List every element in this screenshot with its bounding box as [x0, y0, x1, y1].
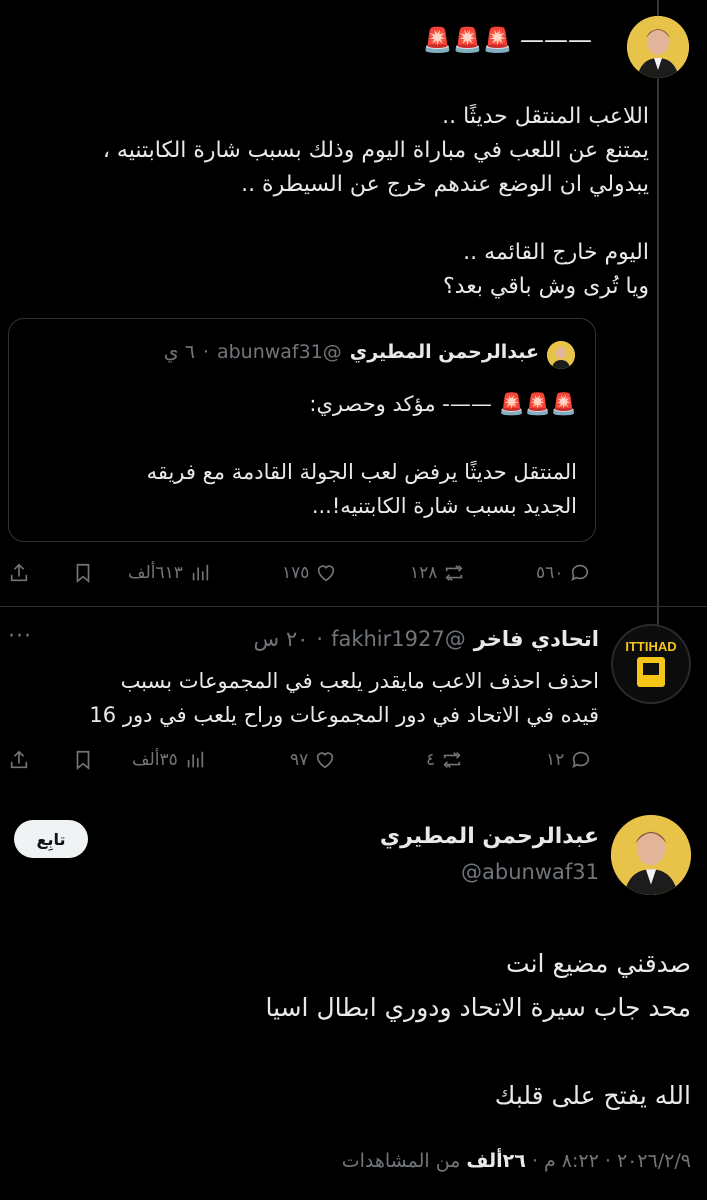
- reply-action-bar: ٣٥ألف ٩٧ ٤ ١٢: [0, 743, 630, 779]
- main-tweet-line: [11, 1030, 691, 1074]
- author-avatar[interactable]: [627, 16, 689, 78]
- share-icon: [10, 563, 28, 582]
- reply-line: قيده في الاتحاد في دور المجموعات وراح يل…: [89, 703, 599, 727]
- main-tweet-line: محد جاب سيرة الاتحاد ودوري ابطال اسيا: [265, 993, 691, 1022]
- quote-author-name: عبدالرحمن المطيري: [349, 341, 539, 363]
- reply-line: احذف احذف الاعب مايقدر يلعب في المجموعات…: [120, 669, 599, 693]
- reply-avatar[interactable]: ITTIHAD: [611, 624, 691, 704]
- tweet-action-bar: ٦١٣ألف ١٧٥ ١٢٨ ٥٦٠: [0, 556, 630, 592]
- views-count: ٣٥ألف: [132, 750, 178, 770]
- main-tweet-line: الله يفتح على قلبك: [494, 1081, 691, 1110]
- quote-avatar: [547, 341, 575, 369]
- quote-line: 🚨🚨🚨 ——- مؤكد وحصري:: [309, 392, 577, 416]
- repost-icon: [443, 752, 461, 768]
- divider: [0, 606, 707, 607]
- views-icon: [187, 751, 203, 768]
- like-button[interactable]: ٩٧: [290, 749, 336, 771]
- reply-count: ١٢: [546, 750, 565, 770]
- heart-icon: [318, 565, 335, 582]
- quoted-tweet-card[interactable]: عبدالرحمن المطيري @abunwaf31 · ٦ ي 🚨🚨🚨 —…: [8, 318, 596, 542]
- reply-icon: [571, 564, 589, 581]
- main-author-handle[interactable]: @abunwaf31: [461, 860, 599, 884]
- like-count: ٩٧: [290, 750, 309, 770]
- repost-button[interactable]: ١٢٨: [410, 562, 465, 584]
- like-button[interactable]: ١٧٥: [282, 562, 337, 584]
- tweet-line: يمتنع عن اللعب في مباراة اليوم وذلك بسبب…: [102, 138, 649, 163]
- tweet-line: يبدولي ان الوضع عندهم خرج عن السيطرة ..: [241, 172, 649, 197]
- tweet-timestamp[interactable]: ٢٠٢٦/٢/٩ · ٨:٢٢ م ·: [526, 1150, 691, 1172]
- main-tweet-line: صدقني مضيع انت: [506, 949, 691, 978]
- more-options-icon[interactable]: ···: [8, 624, 32, 649]
- share-button[interactable]: [8, 749, 30, 771]
- tweet-header-line: 🚨🚨🚨 ———: [422, 26, 592, 54]
- reply-time: ٢٠ س: [253, 627, 309, 651]
- tweet-view-label: من المشاهدات: [341, 1150, 467, 1172]
- repost-count: ٤: [426, 750, 436, 770]
- repost-button[interactable]: ٤: [426, 749, 463, 771]
- reply-author-handle[interactable]: @fakhir1927: [331, 627, 466, 651]
- club-logo-wordmark: ITTIHAD: [625, 639, 677, 654]
- share-icon: [10, 750, 28, 769]
- views-count: ٦١٣ألف: [128, 563, 183, 583]
- reply-icon: [572, 751, 590, 768]
- reply-button[interactable]: ١٢: [546, 749, 592, 771]
- bookmark-icon: [76, 563, 90, 584]
- quote-line: المنتقل حديثًا يرفض لعب الجولة القادمة م…: [146, 460, 577, 484]
- bookmark-button[interactable]: [72, 562, 94, 584]
- main-author-avatar[interactable]: [611, 815, 691, 895]
- repost-count: ١٢٨: [410, 563, 438, 583]
- views-icon: [192, 564, 209, 581]
- heart-icon: [317, 752, 334, 769]
- follow-button[interactable]: تابِع: [14, 820, 88, 858]
- club-logo-icon: ITTIHAD: [621, 639, 681, 689]
- tweet-meta: ٢٠٢٦/٢/٩ · ٨:٢٢ م · ٢٦ألف من المشاهدات: [342, 1150, 691, 1172]
- quote-line: الجديد بسبب شارة الكابتنيه!...: [311, 494, 577, 518]
- person-avatar-icon: [611, 815, 691, 895]
- main-tweet-body: صدقني مضيع انت محد جاب سيرة الاتحاد ودور…: [11, 942, 691, 1118]
- share-button[interactable]: [8, 562, 30, 584]
- reply-button[interactable]: ٥٦٠: [536, 562, 591, 584]
- main-author-name[interactable]: عبدالرحمن المطيري: [380, 824, 599, 849]
- bookmark-icon: [76, 750, 90, 771]
- quote-body: 🚨🚨🚨 ——- مؤكد وحصري: المنتقل حديثًا يرفض …: [17, 387, 577, 523]
- repost-icon: [445, 565, 463, 581]
- reply-header: اتحادي فاخر @fakhir1927 · ٢٠ س: [253, 627, 600, 651]
- quote-author-handle: @abunwaf31: [216, 341, 342, 363]
- person-avatar-icon: [547, 341, 575, 369]
- tweet-line: اليوم خارج القائمه ..: [463, 240, 649, 265]
- tweet-line: اللاعب المنتقل حديثًا ..: [442, 104, 649, 129]
- views-button[interactable]: ٦١٣ألف: [128, 562, 211, 584]
- like-count: ١٧٥: [282, 563, 310, 583]
- bookmark-button[interactable]: [72, 749, 94, 771]
- person-avatar-icon: [627, 16, 689, 78]
- tweet-line: ويا تُرى وش باقي بعد؟: [442, 274, 649, 299]
- reply-author-name[interactable]: اتحادي فاخر: [474, 627, 599, 651]
- quote-time: ٦ ي: [163, 341, 195, 363]
- quote-header: عبدالرحمن المطيري @abunwaf31 · ٦ ي: [163, 341, 539, 363]
- reply-count: ٥٦٠: [536, 563, 564, 583]
- views-button[interactable]: ٣٥ألف: [132, 749, 206, 771]
- thread-line: [657, 75, 659, 645]
- tweet-body: اللاعب المنتقل حديثًا .. يمتنع عن اللعب …: [9, 100, 649, 304]
- tweet-line: [9, 202, 649, 236]
- tweet-view-count: ٢٦ألف: [466, 1150, 526, 1172]
- reply-body: احذف احذف الاعب مايقدر يلعب في المجموعات…: [3, 664, 599, 732]
